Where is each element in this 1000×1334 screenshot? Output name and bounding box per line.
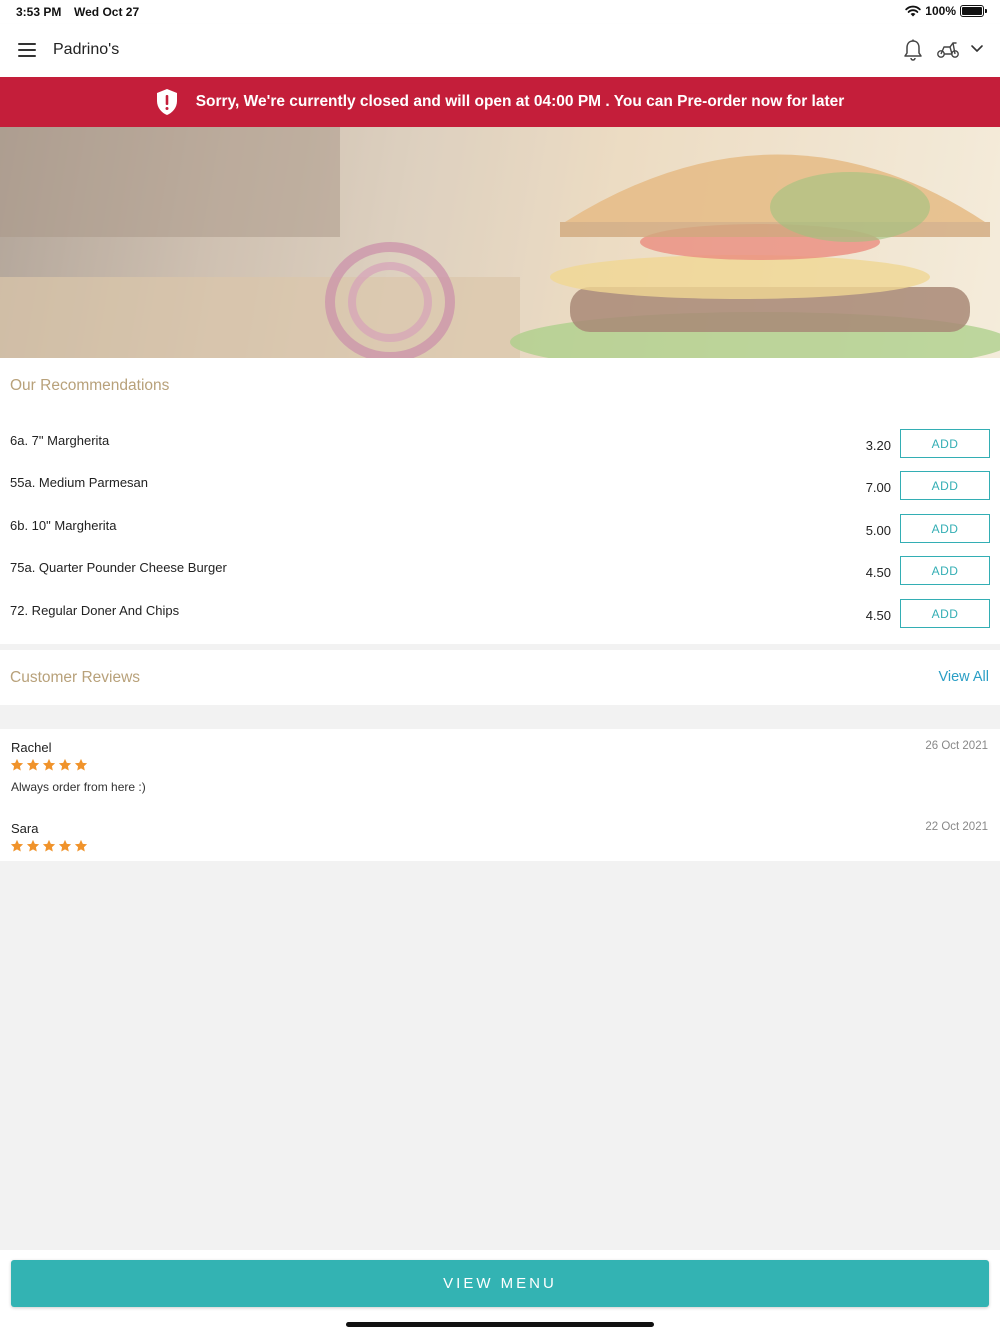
item-name: 75a. Quarter Pounder Cheese Burger xyxy=(10,560,227,575)
star-icon xyxy=(58,839,72,852)
item-name: 6a. 7" Margherita xyxy=(10,433,110,448)
scooter-icon[interactable] xyxy=(936,41,960,59)
add-button[interactable]: ADD xyxy=(900,599,990,628)
list-item: 72. Regular Doner And Chips 4.50 ADD xyxy=(0,599,1000,641)
star-icon xyxy=(42,758,56,771)
item-name: 72. Regular Doner And Chips xyxy=(10,603,180,618)
closed-banner-text: Sorry, We're currently closed and will o… xyxy=(195,93,845,110)
chevron-down-icon[interactable] xyxy=(970,44,984,54)
add-button[interactable]: ADD xyxy=(900,429,990,458)
home-indicator xyxy=(346,1322,654,1327)
item-price: 7.00 xyxy=(865,480,891,495)
star-icon xyxy=(74,839,88,852)
view-menu-button[interactable]: VIEW MENU xyxy=(11,1260,989,1307)
star-rating xyxy=(10,839,88,853)
menu-icon[interactable] xyxy=(18,43,36,57)
reviews-header: Customer Reviews View All xyxy=(0,650,1000,705)
view-all-link[interactable]: View All xyxy=(938,669,989,685)
star-icon xyxy=(26,758,40,771)
reviewer-name: Rachel xyxy=(11,740,52,755)
review-date: 26 Oct 2021 xyxy=(925,740,988,752)
item-name: 6b. 10" Margherita xyxy=(10,518,117,533)
list-item: 6b. 10" Margherita 5.00 ADD xyxy=(0,514,1000,556)
review-text: Always order from here :) xyxy=(11,780,146,794)
item-price: 4.50 xyxy=(865,608,891,623)
reviews-title: Customer Reviews xyxy=(10,669,141,686)
list-item: 55a. Medium Parmesan 7.00 ADD xyxy=(0,471,1000,513)
review-item: Sara 22 Oct 2021 xyxy=(0,821,1000,857)
recommendations-section: Our Recommendations 6a. 7" Margherita 3.… xyxy=(0,358,1000,644)
star-icon xyxy=(10,758,24,771)
list-item: 6a. 7" Margherita 3.20 ADD xyxy=(0,429,1000,471)
list-item: 75a. Quarter Pounder Cheese Burger 4.50 … xyxy=(0,556,1000,598)
status-right: 100% xyxy=(905,4,987,18)
status-date: Wed Oct 27 xyxy=(74,5,140,19)
star-icon xyxy=(74,758,88,771)
restaurant-title: Padrino's xyxy=(53,41,120,58)
app-header: Padrino's xyxy=(0,24,1000,77)
add-button[interactable]: ADD xyxy=(900,514,990,543)
add-button[interactable]: ADD xyxy=(900,556,990,585)
star-icon xyxy=(42,839,56,852)
status-bar: 3:53 PM Wed Oct 27 100% xyxy=(0,0,1000,24)
star-icon xyxy=(58,758,72,771)
reviews-list: Rachel 26 Oct 2021 Always order from her… xyxy=(0,729,1000,861)
star-icon xyxy=(10,839,24,852)
closed-banner: Sorry, We're currently closed and will o… xyxy=(0,77,1000,127)
item-price: 3.20 xyxy=(865,438,891,453)
status-time: 3:53 PM xyxy=(16,5,62,19)
battery-percent: 100% xyxy=(925,4,956,18)
bottom-bar: VIEW MENU xyxy=(0,1250,1000,1334)
star-icon xyxy=(26,839,40,852)
battery-icon xyxy=(960,5,987,17)
shield-alert-icon xyxy=(156,89,177,115)
item-price: 5.00 xyxy=(865,523,891,538)
star-rating xyxy=(10,758,88,772)
recommendations-title: Our Recommendations xyxy=(10,377,170,394)
wifi-icon xyxy=(905,5,921,17)
bell-icon[interactable] xyxy=(903,39,923,61)
add-button[interactable]: ADD xyxy=(900,471,990,500)
hero-image xyxy=(0,127,1000,358)
item-name: 55a. Medium Parmesan xyxy=(10,475,149,490)
item-price: 4.50 xyxy=(865,565,891,580)
review-date: 22 Oct 2021 xyxy=(925,821,988,833)
reviewer-name: Sara xyxy=(11,821,39,836)
review-item: Rachel 26 Oct 2021 Always order from her… xyxy=(0,740,1000,800)
